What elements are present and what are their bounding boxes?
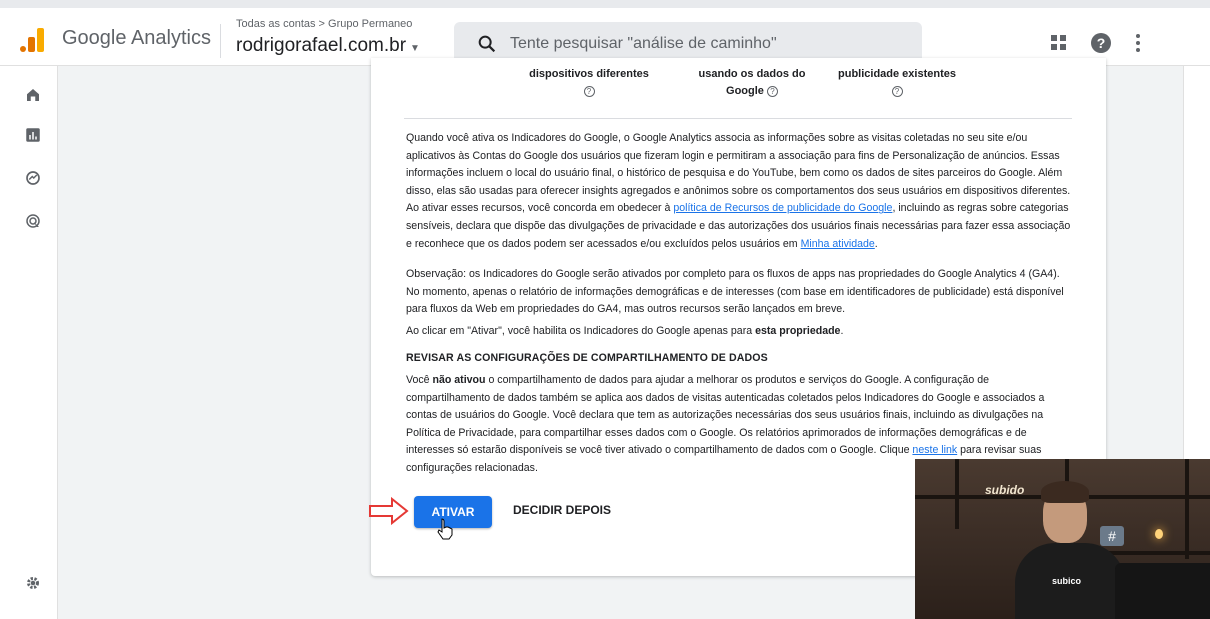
ga4-note: Observação: os Indicadores do Google ser… bbox=[406, 268, 1064, 316]
top-app-bar: Google Analytics Todas as contas > Grupo… bbox=[0, 0, 1210, 66]
help-icon[interactable]: ? bbox=[1091, 33, 1111, 53]
left-navigation bbox=[0, 66, 58, 619]
webcam-sign: subido bbox=[985, 483, 1025, 497]
text-bold: esta propriedade bbox=[755, 325, 841, 337]
decide-later-button[interactable]: DECIDIR DEPOIS bbox=[513, 503, 611, 517]
home-icon[interactable] bbox=[24, 86, 42, 104]
text-bold: não ativou bbox=[432, 374, 486, 386]
shirt-logo: subico bbox=[1052, 576, 1082, 586]
ads-policy-link[interactable]: política de Recursos de publicidade do G… bbox=[673, 202, 892, 214]
help-circle-icon[interactable]: ? bbox=[891, 85, 903, 97]
hash-sign-icon: # bbox=[1100, 526, 1124, 546]
text-segment: Você bbox=[406, 374, 433, 386]
admin-gear-icon[interactable] bbox=[24, 574, 42, 592]
divider bbox=[404, 118, 1072, 119]
advertising-icon[interactable] bbox=[24, 212, 42, 230]
lamp-icon bbox=[1155, 529, 1163, 539]
chevron-down-icon: ▼ bbox=[410, 43, 420, 54]
my-activity-link[interactable]: Minha atividade bbox=[801, 238, 875, 250]
search-icon bbox=[478, 35, 496, 53]
reports-icon[interactable] bbox=[24, 126, 42, 144]
apps-grid-icon[interactable] bbox=[1051, 35, 1067, 51]
analytics-logo-icon[interactable] bbox=[20, 26, 46, 52]
feature-item: publicidade existentes ? bbox=[807, 66, 987, 100]
help-circle-icon[interactable]: ? bbox=[583, 85, 595, 97]
property-name: rodrigorafael.com.br bbox=[236, 35, 407, 56]
shelf-post bbox=[1185, 459, 1189, 559]
feature-label: dispositivos diferentes bbox=[529, 68, 649, 80]
help-circle-icon[interactable]: ? bbox=[766, 85, 778, 97]
app-name[interactable]: Google Analytics bbox=[62, 27, 211, 50]
more-vert-icon[interactable] bbox=[1135, 34, 1141, 52]
property-selector[interactable]: rodrigorafael.com.br ▼ bbox=[236, 35, 420, 57]
arrow-right-icon bbox=[369, 496, 409, 526]
data-sharing-heading: REVISAR AS CONFIGURAÇÕES DE COMPARTILHAM… bbox=[406, 352, 768, 364]
header-divider bbox=[220, 24, 221, 58]
shelf-post bbox=[955, 459, 959, 529]
feature-item: dispositivos diferentes ? bbox=[499, 66, 679, 100]
feature-label-line2: Google bbox=[726, 85, 764, 97]
text-segment: . bbox=[840, 325, 844, 337]
feature-list: dispositivos diferentes ? usando os dado… bbox=[371, 66, 1106, 116]
search-placeholder: Tente pesquisar "análise de caminho" bbox=[510, 35, 777, 52]
explore-icon[interactable] bbox=[24, 169, 42, 187]
presenter-hair bbox=[1041, 481, 1089, 503]
breadcrumb[interactable]: Todas as contas > Grupo Permaneo bbox=[236, 18, 412, 30]
data-sharing-link[interactable]: neste link bbox=[912, 444, 957, 456]
text-segment: Ao clicar em "Ativar", você habilita os … bbox=[406, 325, 756, 337]
activate-scope-text: Ao clicar em "Ativar", você habilita os … bbox=[406, 323, 1071, 341]
feature-label: publicidade existentes bbox=[838, 68, 956, 80]
webcam-overlay: subido # subico bbox=[915, 459, 1210, 619]
laptop bbox=[1115, 563, 1210, 619]
signals-description: Quando você ativa os Indicadores do Goog… bbox=[406, 130, 1071, 253]
text-segment: . bbox=[874, 237, 878, 250]
hand-cursor-icon bbox=[437, 518, 453, 540]
